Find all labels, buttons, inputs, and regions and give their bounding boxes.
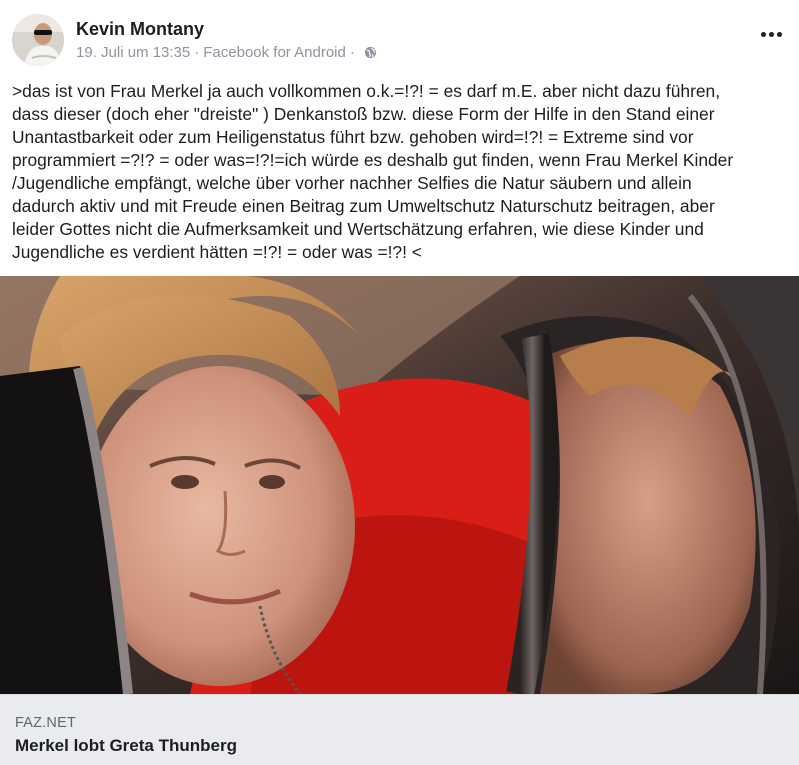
dot bbox=[768, 31, 774, 37]
author-name[interactable]: Kevin Montany bbox=[76, 19, 204, 40]
merkel-photo bbox=[0, 276, 799, 694]
link-domain: FAZ.NET bbox=[15, 715, 77, 731]
post-text: >das ist von Frau Merkel ja auch vollkom… bbox=[12, 81, 734, 262]
dot bbox=[776, 31, 782, 37]
dot bbox=[760, 31, 766, 37]
meta-separator: · bbox=[194, 44, 200, 61]
globe-icon[interactable] bbox=[364, 46, 377, 59]
post-header: Kevin Montany 19. Juli um 13:35 · Facebo… bbox=[0, 0, 799, 74]
avatar[interactable] bbox=[12, 14, 64, 66]
meta-separator: · bbox=[349, 44, 355, 61]
post-meta: 19. Juli um 13:35 · Facebook for Android… bbox=[76, 44, 377, 61]
more-options-icon[interactable] bbox=[757, 22, 785, 46]
post-source: Facebook for Android bbox=[203, 44, 346, 61]
link-preview-footer[interactable]: FAZ.NET Merkel lobt Greta Thunberg bbox=[0, 694, 799, 765]
post-date[interactable]: 19. Juli um 13:35 bbox=[76, 44, 190, 61]
link-preview-image[interactable] bbox=[0, 276, 799, 694]
link-preview-card[interactable]: FAZ.NET Merkel lobt Greta Thunberg bbox=[0, 276, 799, 765]
link-title[interactable]: Merkel lobt Greta Thunberg bbox=[15, 736, 237, 756]
avatar-image bbox=[12, 14, 64, 66]
